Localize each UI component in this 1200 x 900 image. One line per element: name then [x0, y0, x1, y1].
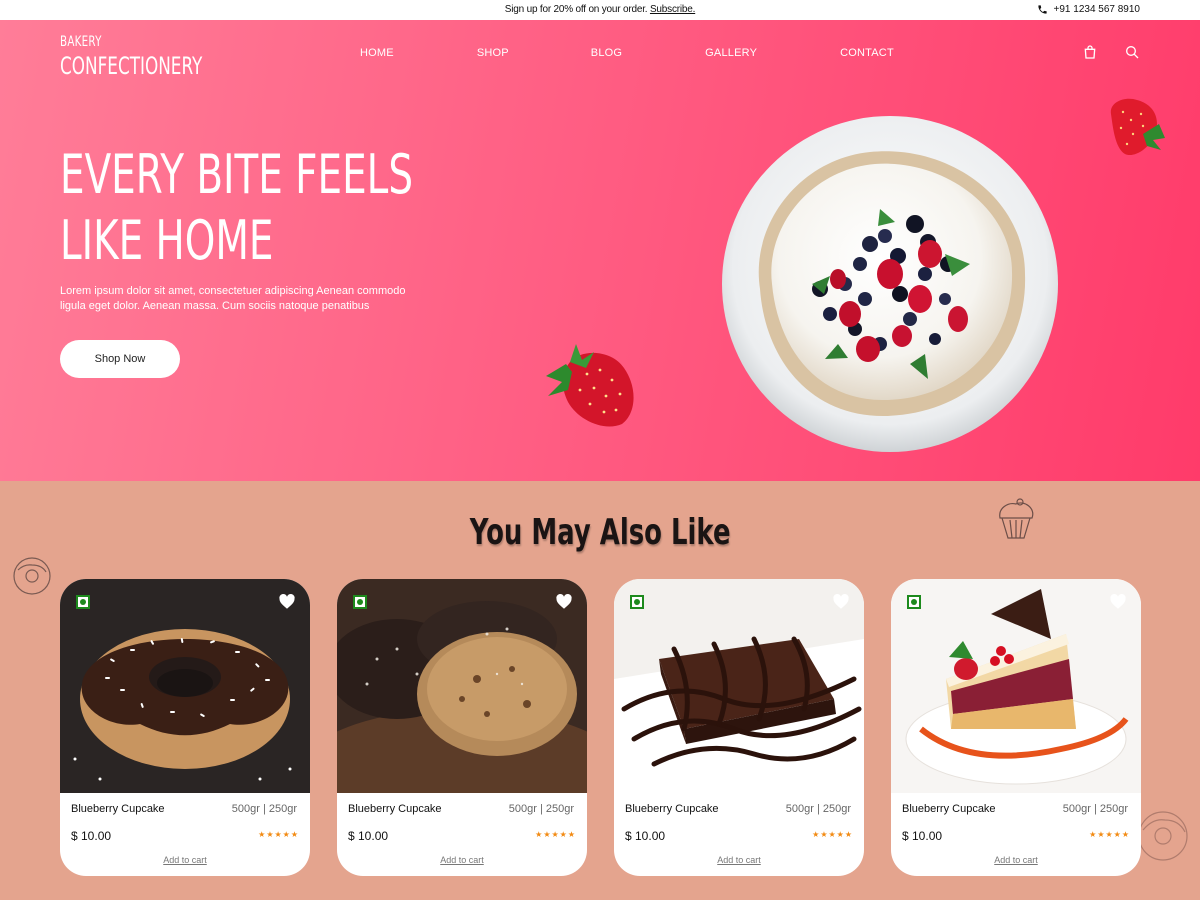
promo-message: Sign up for 20% off on your order. Subsc… [0, 4, 1200, 15]
hero-banner: BAKERY CONFECTIONERY HOME SHOP BLOG GALL… [0, 20, 1200, 481]
product-weight[interactable]: 500gr | 250gr [232, 803, 297, 815]
product-weight[interactable]: 500gr | 250gr [1063, 803, 1128, 815]
logo-line-2: CONFECTIONERY [60, 52, 203, 80]
product-price: $ 10.00 [625, 829, 666, 843]
product-name: Blueberry Cupcake [625, 803, 719, 815]
site-logo[interactable]: BAKERY CONFECTIONERY [60, 34, 242, 80]
shop-now-button[interactable]: Shop Now [60, 340, 180, 378]
add-to-cart-link[interactable]: Add to cart [337, 855, 587, 865]
product-image-cheesecake[interactable] [891, 579, 1141, 793]
strawberry-icon [546, 344, 634, 427]
heart-icon[interactable] [278, 593, 296, 611]
product-name: Blueberry Cupcake [71, 803, 165, 815]
nav-shop[interactable]: SHOP [477, 47, 509, 59]
product-price: $ 10.00 [348, 829, 389, 843]
headline-line-1: EVERY BITE FEELS [60, 143, 414, 206]
product-weight[interactable]: 500gr | 250gr [509, 803, 574, 815]
section-title: You May Also Like [469, 512, 731, 553]
product-image-brownie[interactable] [614, 579, 864, 793]
product-name: Blueberry Cupcake [902, 803, 996, 815]
announcement-bar: Sign up for 20% off on your order. Subsc… [0, 0, 1200, 20]
nav-contact[interactable]: CONTACT [840, 47, 894, 59]
nav-home[interactable]: HOME [360, 47, 394, 59]
star-rating: ★★★★★ [535, 830, 576, 839]
phone-icon [1037, 5, 1047, 14]
header-actions [1082, 44, 1140, 60]
product-price: $ 10.00 [71, 829, 112, 843]
shopping-bag-icon[interactable] [1082, 44, 1098, 60]
star-rating: ★★★★★ [812, 830, 853, 839]
star-rating: ★★★★★ [1089, 830, 1130, 839]
pavlova-plate-image [722, 116, 1058, 452]
add-to-cart-link[interactable]: Add to cart [60, 855, 310, 865]
strawberry-icon [1110, 98, 1165, 156]
headline-line-2: LIKE HOME [60, 209, 274, 272]
product-card[interactable]: Blueberry Cupcake 500gr | 250gr $ 10.00 … [337, 579, 587, 876]
product-price: $ 10.00 [902, 829, 943, 843]
product-grid: Blueberry Cupcake 500gr | 250gr $ 10.00 … [60, 579, 1141, 876]
add-to-cart-link[interactable]: Add to cart [891, 855, 1141, 865]
product-card[interactable]: Blueberry Cupcake 500gr | 250gr $ 10.00 … [891, 579, 1141, 876]
product-name: Blueberry Cupcake [348, 803, 442, 815]
product-image-cookies[interactable] [337, 579, 587, 793]
heart-icon[interactable] [1109, 593, 1127, 611]
heart-icon[interactable] [555, 593, 573, 611]
hero-headline: EVERY BITE FEELS LIKE HOME [60, 142, 413, 274]
main-nav: HOME SHOP BLOG GALLERY CONTACT [360, 47, 894, 59]
hero-description: Lorem ipsum dolor sit amet, consectetuer… [60, 285, 406, 312]
veg-badge-icon [353, 595, 367, 609]
product-card[interactable]: Blueberry Cupcake 500gr | 250gr $ 10.00 … [614, 579, 864, 876]
heart-icon[interactable] [832, 593, 850, 611]
veg-badge-icon [76, 595, 90, 609]
promo-text: Sign up for 20% off on your order. [504, 4, 648, 15]
phone-contact[interactable]: +91 1234 567 8910 [1037, 4, 1140, 15]
logo-line-1: BAKERY [60, 34, 102, 50]
add-to-cart-link[interactable]: Add to cart [614, 855, 864, 865]
search-icon[interactable] [1124, 44, 1140, 60]
phone-number: +91 1234 567 8910 [1053, 4, 1140, 15]
nav-gallery[interactable]: GALLERY [705, 47, 757, 59]
product-image-donut[interactable] [60, 579, 310, 793]
donut-outline-icon [13, 557, 51, 595]
veg-badge-icon [907, 595, 921, 609]
star-rating: ★★★★★ [258, 830, 299, 839]
donut-outline-icon [1138, 811, 1188, 861]
product-weight[interactable]: 500gr | 250gr [786, 803, 851, 815]
nav-blog[interactable]: BLOG [591, 47, 622, 59]
product-card[interactable]: Blueberry Cupcake 500gr | 250gr $ 10.00 … [60, 579, 310, 876]
veg-badge-icon [630, 595, 644, 609]
subscribe-link[interactable]: Subscribe. [650, 4, 695, 15]
